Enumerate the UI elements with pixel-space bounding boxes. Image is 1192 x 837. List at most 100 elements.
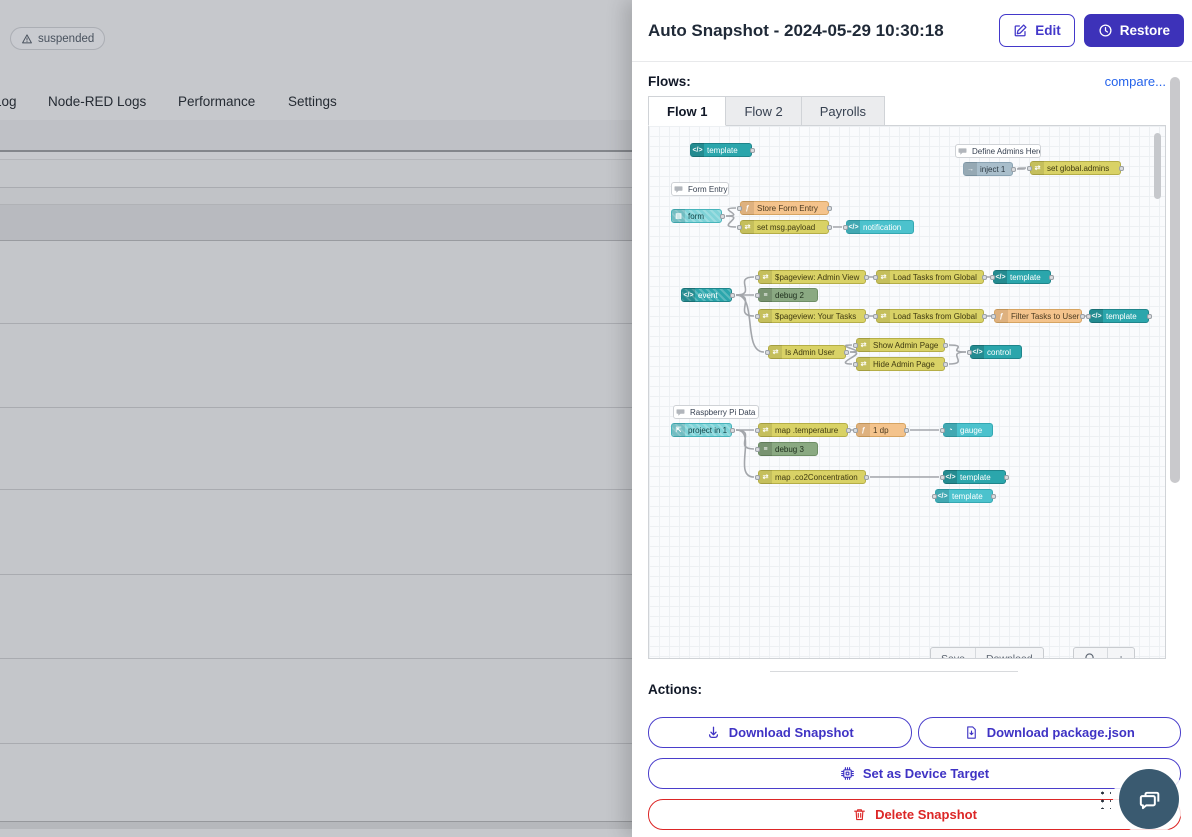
zoom-magnifier-icon[interactable]	[1074, 648, 1108, 659]
node-output-port	[943, 362, 948, 367]
actions-row-1: Download Snapshot Download package.json	[648, 717, 1181, 748]
change-icon: ⇄	[759, 309, 772, 323]
flow-save-button[interactable]: Save	[931, 648, 976, 659]
flow-wire	[949, 345, 966, 352]
restore-button[interactable]: Restore	[1084, 14, 1184, 47]
flow-node-label: set msg.payload	[754, 223, 818, 232]
flow-node-set-global: ⇄set global.admins	[1030, 161, 1121, 175]
action-button-label: Download package.json	[987, 725, 1135, 740]
node-output-port	[982, 275, 987, 280]
comment-icon	[674, 405, 687, 419]
node-input-port	[755, 314, 760, 319]
flow-preview-canvas[interactable]: </>templateDefine Admins Here→inject 1⇄s…	[648, 125, 1166, 659]
bg-tab-log[interactable]: Log	[0, 94, 17, 109]
flow-tab-flow-2[interactable]: Flow 2	[726, 96, 801, 126]
chat-drag-handle-dots[interactable]	[1098, 789, 1111, 809]
node-output-port	[864, 314, 869, 319]
flow-node-label: Is Admin User	[782, 348, 838, 357]
node-output-port	[846, 428, 851, 433]
node-output-port	[864, 475, 869, 480]
flow-comment-comment-form: Form Entry	[671, 182, 729, 196]
flow-comment-comment-rpi: Raspberry Pi Data	[673, 405, 759, 419]
flow-node-label: template	[949, 492, 986, 501]
function-icon: ƒ	[995, 309, 1008, 323]
restore-button-label: Restore	[1120, 23, 1170, 38]
table-row	[0, 188, 632, 205]
flow-node-label: template	[957, 473, 994, 482]
flow-download-button[interactable]: Download	[976, 648, 1043, 659]
table-row	[0, 490, 632, 575]
status-badge-label: suspended	[38, 33, 94, 45]
download-snapshot-button[interactable]: Download Snapshot	[648, 717, 912, 748]
flow-tab-payrolls[interactable]: Payrolls	[802, 96, 885, 126]
flow-canvas-scrollbar[interactable]	[1154, 133, 1161, 199]
node-input-port	[755, 428, 760, 433]
flow-tab-flow-1[interactable]: Flow 1	[648, 96, 726, 126]
flow-node-label: template	[1007, 273, 1044, 282]
flow-comment-comment-def: Define Admins Here	[955, 144, 1041, 158]
change-icon: ⇄	[877, 309, 890, 323]
node-output-port	[730, 428, 735, 433]
chat-launcher-button[interactable]	[1119, 769, 1179, 829]
project-in-icon: ⇱	[672, 423, 685, 437]
table-row	[0, 324, 632, 408]
node-input-port	[755, 475, 760, 480]
flow-node-label: $pageview: Admin View	[772, 273, 862, 282]
node-input-port	[765, 350, 770, 355]
node-output-port	[982, 314, 987, 319]
node-input-port	[853, 362, 858, 367]
change-icon: ⇄	[857, 338, 870, 352]
node-output-port	[1004, 475, 1009, 480]
flow-node-is-admin: ⇄Is Admin User	[768, 345, 846, 359]
section-divider	[770, 671, 1018, 672]
compare-link[interactable]: compare...	[1105, 74, 1166, 89]
debug-icon: ≡	[759, 442, 772, 456]
node-input-port	[873, 275, 878, 280]
set-as-device-target-button[interactable]: Set as Device Target	[648, 758, 1181, 789]
inject-icon: →	[964, 162, 977, 176]
node-output-port	[991, 494, 996, 499]
flow-node-label: inject 1	[977, 165, 1008, 174]
flow-node-label: Raspberry Pi Data	[687, 408, 758, 417]
node-output-port	[1011, 167, 1016, 172]
edit-button[interactable]: Edit	[999, 14, 1075, 47]
zoom-in-button[interactable]: +	[1108, 648, 1134, 659]
action-button-label: Download Snapshot	[729, 725, 854, 740]
bg-tab-settings[interactable]: Settings	[288, 94, 337, 109]
change-icon: ⇄	[759, 423, 772, 437]
chip-icon	[840, 766, 855, 781]
download-icon	[706, 725, 721, 740]
flow-node-filter: ƒFilter Tasks to User	[994, 309, 1082, 323]
flow-tab-bar: Flow 1Flow 2Payrolls	[648, 96, 885, 126]
bg-tab-node-red-logs[interactable]: Node-RED Logs	[48, 94, 146, 109]
flow-node-label: $pageview: Your Tasks	[772, 312, 859, 321]
flow-node-store: ƒStore Form Entry	[740, 201, 829, 215]
node-output-port	[864, 275, 869, 280]
code-icon: </>	[1090, 309, 1103, 323]
flow-node-label: notification	[860, 223, 904, 232]
page-title: Auto Snapshot - 2024-05-29 10:30:18	[648, 21, 999, 41]
clock-icon	[1098, 23, 1113, 38]
flow-node-label: debug 2	[772, 291, 807, 300]
node-output-port	[1080, 314, 1085, 319]
flow-node-form: ▤form	[671, 209, 722, 223]
table-row	[0, 744, 632, 822]
download-package-json-button[interactable]: Download package.json	[918, 717, 1182, 748]
actions-row-2: Set as Device Target	[648, 758, 1181, 789]
node-input-port	[991, 314, 996, 319]
edit-button-label: Edit	[1035, 23, 1061, 38]
table-row	[0, 659, 632, 744]
file-download-icon	[964, 725, 979, 740]
flow-node-debug3: ≡debug 3	[758, 442, 818, 456]
flow-node-one-dp: ƒ1 dp	[856, 423, 906, 437]
flow-node-label: Filter Tasks to User	[1008, 312, 1081, 321]
flow-wire	[736, 295, 754, 316]
bg-tab-performance[interactable]: Performance	[178, 94, 255, 109]
panel-scrollbar[interactable]	[1170, 77, 1180, 483]
node-input-port	[853, 343, 858, 348]
flow-node-set-msg: ⇄set msg.payload	[740, 220, 829, 234]
flow-node-label: Show Admin Page	[870, 341, 941, 350]
table-row	[0, 160, 632, 188]
node-input-port	[1086, 314, 1091, 319]
gauge-icon: ◔	[944, 423, 957, 437]
